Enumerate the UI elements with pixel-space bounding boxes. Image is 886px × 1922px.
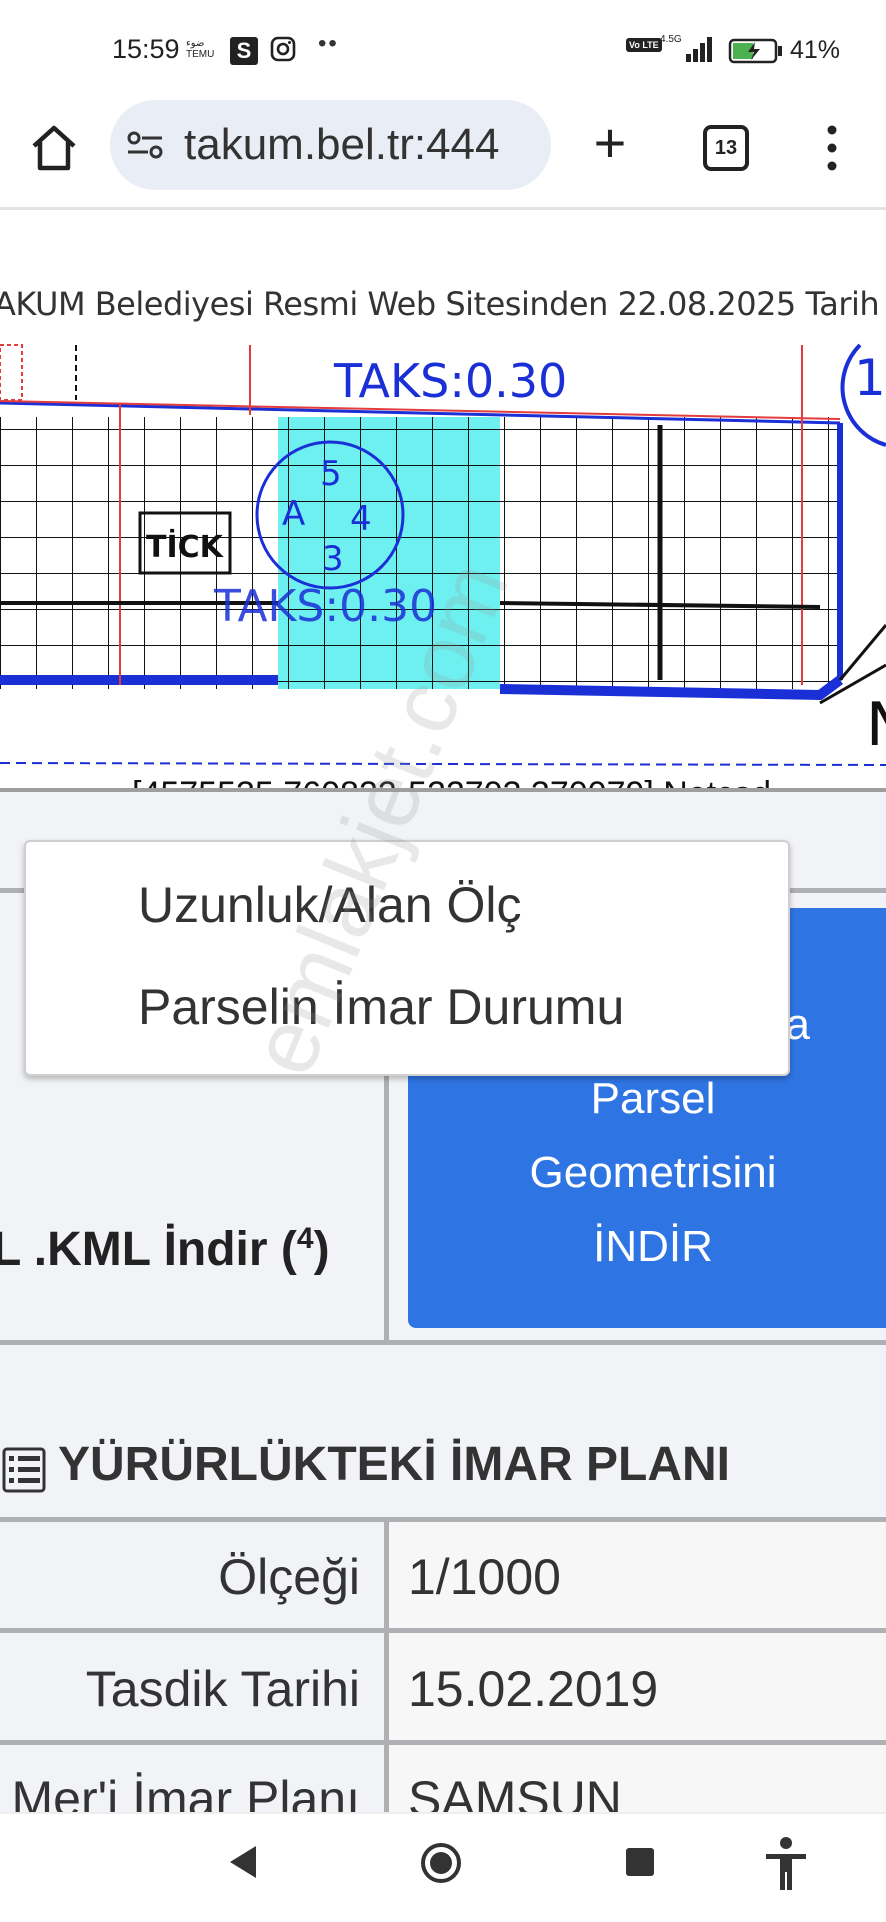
floor-number-5: 5 <box>320 454 342 494</box>
row-divider <box>0 1340 886 1345</box>
floor-number-3: 3 <box>322 539 344 579</box>
site-settings-icon[interactable] <box>126 130 164 160</box>
back-icon[interactable] <box>228 1844 258 1880</box>
browser-toolbar: takum.bel.tr:444 + 13 <box>0 100 886 210</box>
accessibility-icon[interactable] <box>762 1836 810 1892</box>
tab-switcher-button[interactable]: 13 <box>703 125 749 171</box>
home-icon[interactable] <box>28 122 80 174</box>
instagram-icon <box>270 36 296 62</box>
battery-percent: 41% <box>790 36 841 64</box>
plan-section-header: YÜRÜRLÜKTEKİ İMAR PLANI <box>0 1417 886 1522</box>
status-notification-label: ضوء TEMU <box>186 38 215 60</box>
scale-value: 1/1000 <box>408 1549 561 1605</box>
more-vert-icon[interactable] <box>820 122 844 174</box>
taks-top-label: TAKS:0.30 <box>333 354 567 408</box>
home-circle-icon[interactable] <box>420 1842 462 1884</box>
network-type-label: 4.5G <box>660 34 682 45</box>
system-nav-bar <box>0 1812 886 1922</box>
status-bar: 15:59 ضوء TEMU S •• Vo LTE 4.5G 41% <box>0 0 886 100</box>
current-plan-label: Mer'i İmar Planı <box>0 1770 360 1812</box>
kml-label-close: ) <box>313 1223 330 1276</box>
scale-label: Ölçeği <box>218 1549 360 1605</box>
url-text: takum.bel.tr:444 <box>184 120 500 169</box>
kml-label-text: L .KML İndir ( <box>0 1223 297 1276</box>
floor-number-4: 4 <box>350 499 372 539</box>
more-notifications-icon: •• <box>318 30 339 57</box>
row-divider <box>0 1740 886 1745</box>
toolbar-divider <box>0 207 886 210</box>
signal-icon: 4.5G <box>660 34 712 62</box>
current-plan-value-text: SAMSUN <box>408 1771 622 1812</box>
new-tab-button[interactable]: + <box>584 115 636 171</box>
approval-date-value: 15.02.2019 <box>408 1661 659 1717</box>
kml-download-link[interactable]: L .KML İndir (4) <box>0 1222 330 1277</box>
address-bar[interactable]: takum.bel.tr:444 <box>110 100 551 190</box>
current-plan-value: SAMSUN <box>408 1770 622 1812</box>
button-line-3: Geometrisini <box>529 1148 777 1197</box>
list-icon <box>2 1447 46 1493</box>
tick-label: TİCK <box>146 529 225 565</box>
map-edge-label: 10 <box>854 349 886 407</box>
button-line-4: İNDİR <box>593 1222 713 1271</box>
approval-date-label: Tasdik Tarihi <box>85 1661 360 1717</box>
menu-item-zoning-status[interactable]: Parselin İmar Durumu <box>138 978 624 1036</box>
s-app-icon: S <box>230 37 258 65</box>
kml-footnote: 4 <box>296 1222 314 1255</box>
current-plan-label-text: Mer'i İmar Planı <box>11 1771 360 1812</box>
north-arrow-label: N <box>866 690 886 760</box>
plan-section-title: YÜRÜRLÜKTEKİ İMAR PLANI <box>58 1438 730 1491</box>
recent-apps-icon[interactable] <box>626 1848 654 1876</box>
status-time: 15:59 <box>112 34 180 64</box>
row-divider <box>0 1628 886 1633</box>
volte-icon: Vo LTE <box>626 38 662 52</box>
column-divider <box>384 1522 389 1812</box>
zone-letter: A <box>282 494 305 534</box>
battery-icon <box>728 38 782 64</box>
